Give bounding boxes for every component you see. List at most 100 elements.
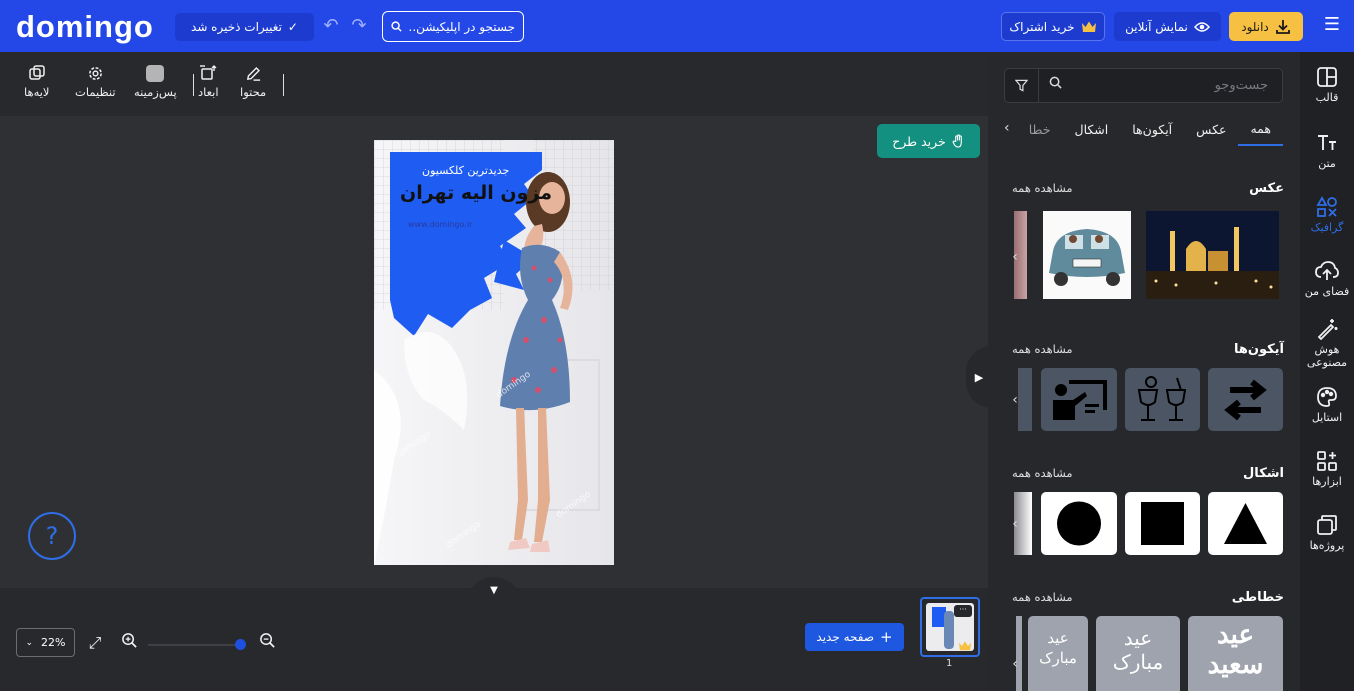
- template-icon: [1315, 66, 1339, 88]
- app-search-placeholder: جستجو در اپلیکیشن...: [408, 19, 515, 34]
- subscribe-button[interactable]: خرید اشتراک: [1001, 12, 1105, 41]
- see-all-calligraphy-link[interactable]: مشاهده همه: [1012, 590, 1073, 604]
- calligraphy-item-eid-mubarak-alt[interactable]: عید مبارک: [1028, 616, 1088, 691]
- thumbnail-figure: [944, 611, 954, 649]
- layers-icon: [27, 64, 47, 82]
- zoom-select[interactable]: ⌄ 22%: [16, 628, 75, 657]
- subscribe-label: خرید اشتراک: [1009, 19, 1075, 34]
- section-title-photo: عکس: [1249, 181, 1284, 196]
- design-canvas[interactable]: جدیدترین کلکسیون مزون الیه تهران www.dom…: [374, 140, 614, 565]
- see-all-shapes-link[interactable]: مشاهده همه: [1012, 466, 1073, 480]
- page-number: 1: [946, 658, 953, 669]
- dimensions-tool[interactable]: ابعاد: [198, 64, 219, 99]
- icon-item-presenter[interactable]: [1041, 368, 1117, 431]
- shape-item-circle[interactable]: [1041, 492, 1117, 555]
- tabs-scroll-chevron-icon[interactable]: ›: [1004, 120, 1010, 136]
- zoom-slider[interactable]: [148, 644, 246, 646]
- rail-label: قالب: [1315, 91, 1339, 104]
- layers-tool[interactable]: لایه‌ها: [24, 64, 50, 99]
- tab-shapes[interactable]: اشکال: [1063, 114, 1121, 145]
- thumbnail-menu-button[interactable]: ···: [954, 605, 972, 617]
- new-page-label: صفحه جدید: [816, 630, 875, 644]
- calligraphy-scroll-chevron-icon[interactable]: ‹: [1006, 654, 1024, 674]
- saved-status-button[interactable]: ✓ تغییرات ذخیره شد: [175, 13, 314, 41]
- edit-icon: [243, 64, 263, 82]
- background-swatch-icon: [145, 64, 165, 82]
- toolbar-divider: [283, 74, 284, 96]
- design-subheading[interactable]: جدیدترین کلکسیون: [422, 164, 509, 177]
- panel-search-input[interactable]: جست‌وجو: [1004, 68, 1283, 103]
- calligraphy-text: عید سعید: [1207, 620, 1264, 680]
- online-preview-button[interactable]: نمایش آنلاین: [1114, 12, 1221, 41]
- shape-item-triangle[interactable]: [1208, 492, 1283, 555]
- icon-item-cocktails[interactable]: [1125, 368, 1200, 431]
- content-tool[interactable]: محتوا: [240, 64, 266, 99]
- tab-icons[interactable]: آیکون‌ها: [1120, 114, 1184, 145]
- see-all-photo-link[interactable]: مشاهده همه: [1012, 181, 1073, 195]
- icons-scroll-chevron-icon[interactable]: ‹: [1006, 390, 1024, 410]
- shapes-scroll-chevron-icon[interactable]: ‹: [1006, 514, 1024, 534]
- graphics-panel: جست‌وجو همه عکس آیکون‌ها اشکال خطا › عکس…: [988, 52, 1300, 691]
- background-tool[interactable]: پس‌زمینه: [134, 64, 177, 99]
- caret-down-icon: ▼: [490, 585, 498, 596]
- page-thumbnail[interactable]: ···: [920, 597, 980, 657]
- rail-label: ابزارها: [1312, 475, 1342, 488]
- gear-icon: [85, 64, 105, 82]
- search-icon: [1049, 76, 1062, 93]
- new-page-button[interactable]: + صفحه جدید: [805, 623, 904, 651]
- upload-cloud-icon: [1315, 260, 1339, 282]
- rail-item-template[interactable]: قالب: [1300, 66, 1354, 104]
- rail-item-tools[interactable]: ابزارها: [1300, 450, 1354, 488]
- hamburger-menu-icon[interactable]: ☰: [1322, 15, 1342, 35]
- icon-item-swap-arrows[interactable]: [1208, 368, 1283, 431]
- settings-tool[interactable]: تنظیمات: [75, 64, 116, 99]
- saved-status-label: تغییرات ذخیره شد: [191, 20, 282, 34]
- design-url[interactable]: www.domingo.ir: [408, 220, 472, 229]
- online-preview-label: نمایش آنلاین: [1125, 19, 1188, 34]
- photo-item-shrine[interactable]: [1146, 211, 1279, 299]
- rail-label: هوش مصنوعی: [1306, 343, 1348, 369]
- tab-calligraphy[interactable]: خطا: [1017, 114, 1063, 145]
- calligraphy-item-eid-mubarak[interactable]: عید مبارک: [1096, 616, 1180, 691]
- app-search-input[interactable]: جستجو در اپلیکیشن...: [382, 11, 524, 42]
- search-icon: [391, 21, 402, 32]
- plus-icon: +: [880, 628, 893, 646]
- download-label: دانلود: [1241, 19, 1269, 34]
- eye-icon: [1193, 21, 1210, 32]
- filter-icon[interactable]: [1005, 69, 1039, 102]
- redo-icon[interactable]: ↷: [348, 15, 370, 37]
- palette-icon: [1315, 386, 1339, 408]
- resize-icon: [198, 64, 218, 82]
- shape-item-square[interactable]: [1125, 492, 1200, 555]
- fullscreen-icon[interactable]: ⤢: [84, 632, 106, 654]
- rail-label: متن: [1318, 157, 1336, 170]
- rail-item-ai[interactable]: هوش مصنوعی: [1300, 318, 1354, 369]
- rail-item-text[interactable]: متن: [1300, 132, 1354, 170]
- caret-right-icon: ▶: [974, 370, 984, 384]
- logo[interactable]: domingo: [16, 9, 154, 45]
- check-icon: ✓: [287, 20, 298, 34]
- section-title-icons: آیکون‌ها: [1233, 342, 1284, 357]
- zoom-in-icon[interactable]: [118, 632, 140, 654]
- design-heading[interactable]: مزون الیه تهران: [400, 182, 552, 204]
- rail-item-projects[interactable]: پروژه‌ها: [1300, 514, 1354, 552]
- photo-item-car[interactable]: [1043, 211, 1131, 299]
- rail-label: فضای من: [1304, 285, 1350, 298]
- photo-scroll-chevron-icon[interactable]: ‹: [1006, 247, 1024, 267]
- help-button[interactable]: ?: [28, 512, 76, 560]
- tab-all[interactable]: همه: [1238, 113, 1283, 146]
- zoom-out-icon[interactable]: [256, 632, 278, 654]
- rail-item-my-space[interactable]: فضای من: [1300, 260, 1354, 298]
- see-all-icons-link[interactable]: مشاهده همه: [1012, 342, 1073, 356]
- download-button[interactable]: دانلود: [1229, 12, 1303, 41]
- buy-design-button[interactable]: خرید طرح: [877, 124, 980, 158]
- editor-toolbar: لایه‌ها تنظیمات پس‌زمینه ابعاد محتوا: [0, 52, 988, 116]
- graphics-icon: [1315, 196, 1339, 218]
- rail-item-graphics[interactable]: گرافیک: [1300, 196, 1354, 234]
- calligraphy-item-eid-saeed[interactable]: عید سعید: [1188, 616, 1283, 691]
- rail-item-style[interactable]: استایل: [1300, 386, 1354, 424]
- undo-icon[interactable]: ↶: [320, 15, 342, 37]
- projects-icon: [1315, 514, 1339, 536]
- zoom-slider-handle[interactable]: [235, 639, 246, 650]
- tab-photo[interactable]: عکس: [1184, 114, 1238, 145]
